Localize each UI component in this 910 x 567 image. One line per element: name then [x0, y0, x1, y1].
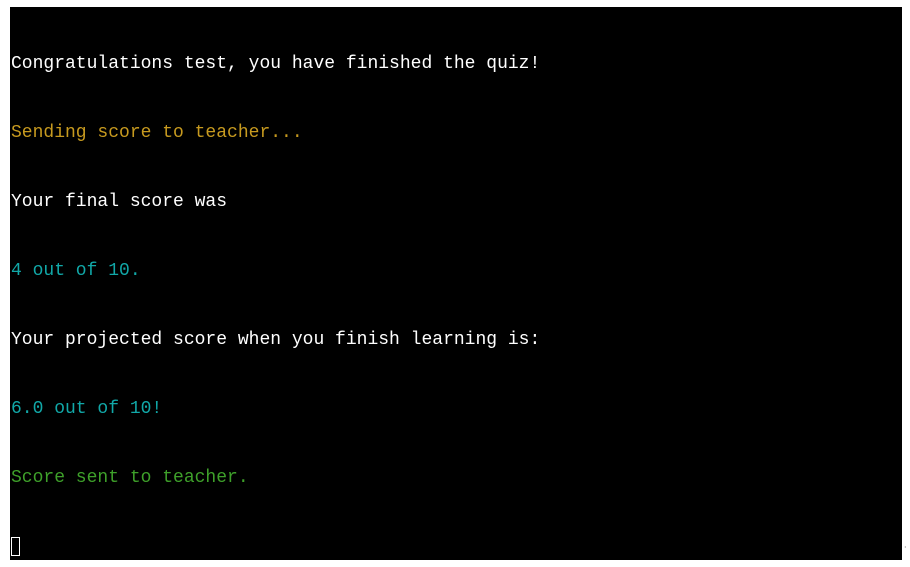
terminal-window[interactable]: Congratulations test, you have finished …	[10, 7, 902, 560]
window-edge-mark: ·	[904, 543, 907, 552]
terminal-line-score-sent: Score sent to teacher.	[11, 468, 249, 488]
terminal-line-final-score-label: Your final score was	[11, 192, 228, 212]
terminal-line-projected-value: 6.0 out of 10!	[11, 399, 163, 419]
terminal-line-projected-label: Your projected score when you finish lea…	[11, 330, 541, 350]
terminal-line-sending-score: Sending score to teacher...	[11, 123, 303, 143]
terminal-line-final-score-value: 4 out of 10.	[11, 261, 141, 281]
terminal-cursor[interactable]	[11, 537, 20, 556]
terminal-line-congratulations: Congratulations test, you have finished …	[11, 54, 541, 74]
